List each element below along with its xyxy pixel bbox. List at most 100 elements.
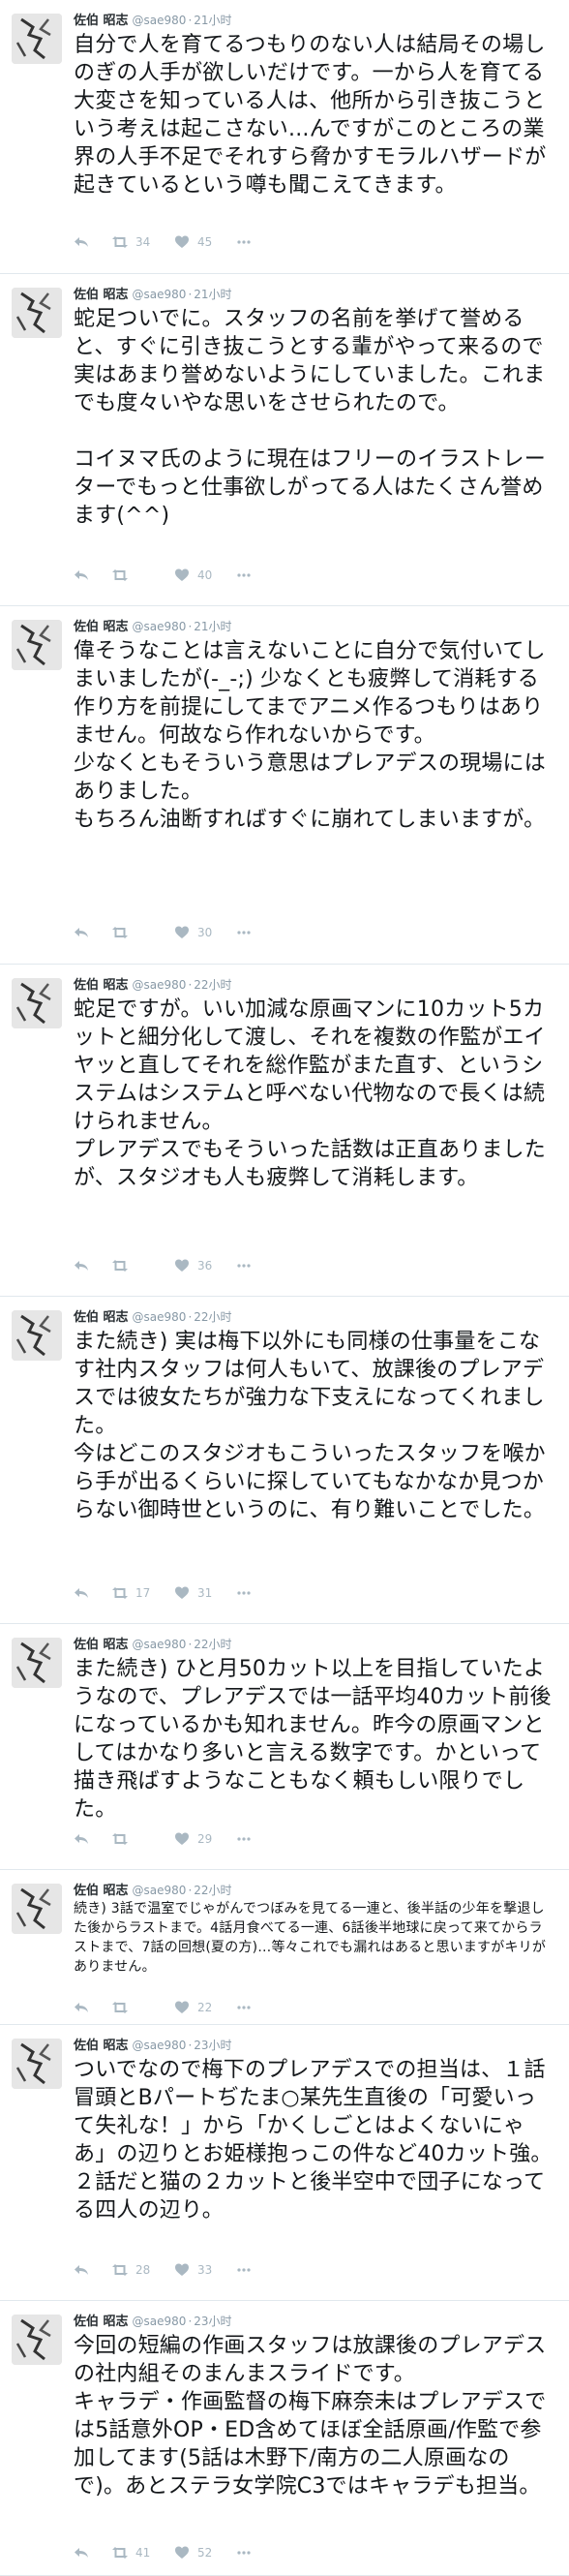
tweet-time[interactable]: 23小时 bbox=[194, 2039, 231, 2052]
retweet-button[interactable]: 28 bbox=[112, 2262, 153, 2278]
author-name[interactable]: 佐伯 昭志 bbox=[74, 978, 129, 993]
avatar[interactable] bbox=[12, 288, 62, 338]
reply-button[interactable] bbox=[74, 567, 91, 583]
author-name[interactable]: 佐伯 昭志 bbox=[74, 1884, 129, 1898]
avatar[interactable] bbox=[12, 1310, 62, 1361]
more-button[interactable] bbox=[236, 234, 254, 250]
tweet[interactable]: 佐伯 昭志 @sae980 · 21小时 偉そうなことは言えないことに自分で気付いてしま… bbox=[0, 606, 569, 965]
like-button[interactable]: 33 bbox=[174, 2262, 215, 2278]
reply-button[interactable] bbox=[74, 1585, 91, 1601]
like-count: 29 bbox=[197, 1832, 213, 1846]
tweet[interactable]: 佐伯 昭志 @sae980 · 23小时 ついでなので梅下のプレアデスでの担当は、１話冒… bbox=[0, 2025, 569, 2301]
more-button[interactable] bbox=[236, 1258, 254, 1273]
author-handle[interactable]: @sae980 bbox=[133, 2315, 187, 2328]
tweet[interactable]: 佐伯 昭志 @sae980 · 22小时 続き) 3話で温室でじゃがんでつぼみを見てる一… bbox=[0, 1870, 569, 2025]
author-name[interactable]: 佐伯 昭志 bbox=[74, 1310, 129, 1325]
avatar[interactable] bbox=[12, 1884, 62, 1934]
tweet-time[interactable]: 23小时 bbox=[194, 2315, 231, 2328]
like-button[interactable]: 40 bbox=[174, 567, 215, 583]
author-handle[interactable]: @sae980 bbox=[133, 2039, 187, 2052]
avatar[interactable] bbox=[12, 620, 62, 670]
tweet-time[interactable]: 21小时 bbox=[194, 288, 231, 301]
tweet[interactable]: 佐伯 昭志 @sae980 · 22小时 また続き) ひと月50カット以上を目指していた… bbox=[0, 1624, 569, 1870]
separator-dot: · bbox=[188, 2315, 193, 2328]
tweet-time[interactable]: 22小时 bbox=[194, 1638, 231, 1651]
reply-button[interactable] bbox=[74, 1831, 91, 1847]
author-handle[interactable]: @sae980 bbox=[133, 1310, 187, 1324]
reply-button[interactable] bbox=[74, 2545, 91, 2561]
more-button[interactable] bbox=[236, 1831, 254, 1847]
reply-icon bbox=[74, 1831, 91, 1847]
more-button[interactable] bbox=[236, 2545, 254, 2561]
more-icon bbox=[236, 2000, 254, 2015]
tweet-time[interactable]: 22小时 bbox=[194, 1310, 231, 1324]
avatar[interactable] bbox=[12, 14, 62, 64]
author-handle[interactable]: @sae980 bbox=[133, 14, 187, 27]
like-button[interactable]: 36 bbox=[174, 1258, 215, 1273]
avatar[interactable] bbox=[12, 2315, 62, 2365]
author-name[interactable]: 佐伯 昭志 bbox=[74, 2039, 129, 2053]
author-name[interactable]: 佐伯 昭志 bbox=[74, 288, 129, 302]
reply-button[interactable] bbox=[74, 1258, 91, 1273]
like-button[interactable]: 22 bbox=[174, 2000, 215, 2015]
more-icon bbox=[236, 925, 254, 940]
like-icon bbox=[174, 567, 192, 583]
tweet-header: 佐伯 昭志 @sae980 · 22小时 bbox=[74, 1636, 232, 1653]
more-button[interactable] bbox=[236, 567, 254, 583]
tweet-time[interactable]: 22小时 bbox=[194, 978, 231, 992]
avatar[interactable] bbox=[12, 2039, 62, 2089]
more-button[interactable] bbox=[236, 1585, 254, 1601]
like-button[interactable]: 45 bbox=[174, 234, 215, 250]
author-name[interactable]: 佐伯 昭志 bbox=[74, 620, 129, 634]
retweet-button[interactable] bbox=[112, 2000, 153, 2015]
retweet-button[interactable] bbox=[112, 567, 153, 583]
more-button[interactable] bbox=[236, 2262, 254, 2278]
tweet[interactable]: 佐伯 昭志 @sae980 · 21小时 蛇足ついでに。スタッフの名前を挙げて誉めると、… bbox=[0, 274, 569, 606]
author-handle[interactable]: @sae980 bbox=[133, 620, 187, 633]
reply-icon bbox=[74, 2262, 91, 2278]
author-handle[interactable]: @sae980 bbox=[133, 1638, 187, 1651]
reply-button[interactable] bbox=[74, 234, 91, 250]
tweet[interactable]: 佐伯 昭志 @sae980 · 22小时 また続き) 実は梅下以外にも同様の仕事量をこな… bbox=[0, 1297, 569, 1624]
retweet-button[interactable] bbox=[112, 1258, 153, 1273]
separator-dot: · bbox=[188, 2039, 193, 2052]
like-button[interactable]: 30 bbox=[174, 925, 215, 940]
tweet-header: 佐伯 昭志 @sae980 · 21小时 bbox=[74, 618, 232, 635]
tweet-time[interactable]: 21小时 bbox=[194, 620, 231, 633]
more-button[interactable] bbox=[236, 2000, 254, 2015]
reply-button[interactable] bbox=[74, 2262, 91, 2278]
separator-dot: · bbox=[188, 14, 193, 27]
tweet-time[interactable]: 22小时 bbox=[194, 1884, 231, 1897]
reply-button[interactable] bbox=[74, 925, 91, 940]
author-handle[interactable]: @sae980 bbox=[133, 978, 187, 992]
avatar[interactable] bbox=[12, 978, 62, 1028]
author-handle[interactable]: @sae980 bbox=[133, 1884, 187, 1897]
retweet-icon bbox=[112, 2262, 130, 2278]
author-handle[interactable]: @sae980 bbox=[133, 288, 187, 301]
reply-button[interactable] bbox=[74, 2000, 91, 2015]
author-name[interactable]: 佐伯 昭志 bbox=[74, 14, 129, 28]
retweet-button[interactable]: 17 bbox=[112, 1585, 153, 1601]
retweet-button[interactable]: 41 bbox=[112, 2545, 153, 2561]
like-button[interactable]: 31 bbox=[174, 1585, 215, 1601]
author-name[interactable]: 佐伯 昭志 bbox=[74, 1638, 129, 1652]
like-button[interactable]: 52 bbox=[174, 2545, 215, 2561]
tweet[interactable]: 佐伯 昭志 @sae980 · 21小时 自分で人を育てるつもりのない人は結局その場しの… bbox=[0, 0, 569, 274]
more-icon bbox=[236, 1258, 254, 1273]
tweet-header: 佐伯 昭志 @sae980 · 23小时 bbox=[74, 2037, 232, 2054]
tweet[interactable]: 佐伯 昭志 @sae980 · 23小时 今回の短編の作画スタッフは放課後のプレアデスの… bbox=[0, 2301, 569, 2576]
tweet[interactable]: 佐伯 昭志 @sae980 · 22小时 蛇足ですが。いい加減な原画マンに10カット5カ… bbox=[0, 965, 569, 1297]
tweet-text: 蛇足ですが。いい加減な原画マンに10カット5カットと細分化して渡し、それを複数の… bbox=[74, 997, 546, 1190]
retweet-icon bbox=[112, 2545, 130, 2561]
retweet-button[interactable] bbox=[112, 1831, 153, 1847]
retweet-count: 17 bbox=[135, 1586, 151, 1600]
more-icon bbox=[236, 234, 254, 250]
like-count: 52 bbox=[197, 2546, 213, 2560]
retweet-button[interactable]: 34 bbox=[112, 234, 153, 250]
avatar[interactable] bbox=[12, 1638, 62, 1688]
like-button[interactable]: 29 bbox=[174, 1831, 215, 1847]
tweet-time[interactable]: 21小时 bbox=[194, 14, 231, 27]
more-button[interactable] bbox=[236, 925, 254, 940]
retweet-button[interactable] bbox=[112, 925, 153, 940]
author-name[interactable]: 佐伯 昭志 bbox=[74, 2315, 129, 2329]
